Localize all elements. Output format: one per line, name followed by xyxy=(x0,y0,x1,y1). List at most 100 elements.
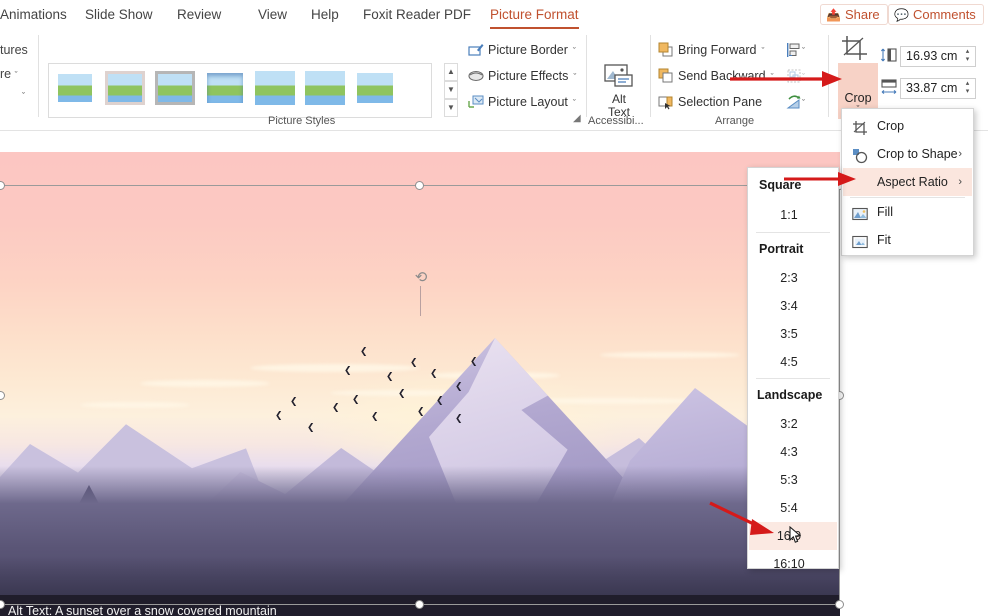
picture-border-icon xyxy=(468,42,484,58)
gallery-scroll-up-button[interactable]: ▲ xyxy=(444,63,458,81)
menu-item-crop[interactable]: Crop xyxy=(843,112,972,140)
bird: ❮ xyxy=(344,366,352,376)
picture-border-button[interactable]: Picture Border ˇ xyxy=(466,39,576,61)
bird: ❮ xyxy=(430,369,438,379)
menu-item-crop-to-shape[interactable]: Crop to Shape › xyxy=(843,140,972,168)
slide-canvas[interactable]: ❮ ❮ ❮ ❮ ❮ ❮ ❮ ❮ ❮ ❮ ❮ ❮ ❮ ❮ ❮ ❮ ❮ ❮ xyxy=(0,131,988,616)
comment-icon: 💬 xyxy=(894,8,909,22)
group-divider xyxy=(650,35,651,117)
selection-handle-top-center[interactable] xyxy=(415,181,424,190)
shape-height-input[interactable]: 16.93 cm ▴ ▾ xyxy=(900,46,976,67)
shape-width-stepper[interactable]: ▴ ▾ xyxy=(963,80,972,97)
bird: ❮ xyxy=(398,389,406,399)
menu-separator xyxy=(756,378,830,379)
tab-slide-show[interactable]: Slide Show xyxy=(85,2,153,27)
bring-forward-button[interactable]: Bring Forward ˇ xyxy=(656,39,765,61)
picture-style-thumb-6[interactable] xyxy=(305,71,345,105)
chevron-down-icon: ˇ xyxy=(761,46,765,56)
bird: ❮ xyxy=(332,403,340,413)
selection-pane-button[interactable]: Selection Pane xyxy=(656,91,762,113)
chevron-down-icon: ˇ xyxy=(572,46,576,56)
cloud xyxy=(600,352,740,358)
crop-icon xyxy=(852,118,868,135)
tab-foxit-reader-pdf[interactable]: Foxit Reader PDF xyxy=(363,2,471,27)
picture-style-thumb-3[interactable] xyxy=(155,71,195,105)
arrow-to-crop-button xyxy=(730,71,842,87)
picture-styles-group-label: Picture Styles xyxy=(268,115,336,127)
aspect-ratio-option-2-3[interactable]: 2:3 xyxy=(749,264,837,292)
rotation-handle-stem xyxy=(420,286,421,316)
rotate-handle-icon[interactable]: ⟲ xyxy=(413,270,429,286)
selection-handle-bottom-center[interactable] xyxy=(415,600,424,609)
menu-item-crop-to-shape-label: Crop to Shape xyxy=(877,147,958,161)
bring-forward-icon xyxy=(658,42,674,58)
bird: ❮ xyxy=(307,423,315,433)
tab-help[interactable]: Help xyxy=(311,2,339,27)
selected-picture[interactable]: ❮ ❮ ❮ ❮ ❮ ❮ ❮ ❮ ❮ ❮ ❮ ❮ ❮ ❮ ❮ ❮ ❮ ❮ xyxy=(0,152,840,616)
ribbon-truncated-more-chevron[interactable]: ˇ xyxy=(22,91,25,101)
shape-height-stepper[interactable]: ▴ ▾ xyxy=(963,48,972,65)
alt-text-button[interactable]: Alt Text xyxy=(597,63,641,119)
aspect-ratio-option-5-3[interactable]: 5:3 xyxy=(749,466,837,494)
picture-styles-dialog-launcher[interactable]: ◢ xyxy=(573,113,581,124)
picture-style-thumb-1[interactable] xyxy=(55,71,95,105)
ribbon-tab-strip: Animations Slide Show Review View Help F… xyxy=(0,0,988,29)
tab-picture-format[interactable]: Picture Format xyxy=(490,2,579,29)
rotate-objects-button[interactable]: ˇ xyxy=(784,91,805,113)
aspect-ratio-option-3-2[interactable]: 3:2 xyxy=(749,410,837,438)
bird: ❮ xyxy=(410,358,418,368)
tab-animations[interactable]: Animations xyxy=(0,2,67,27)
chevron-down-icon: ˇ xyxy=(802,98,805,108)
bird: ❮ xyxy=(290,397,298,407)
tab-view[interactable]: View xyxy=(258,2,287,27)
fill-icon xyxy=(852,204,868,221)
aspect-ratio-option-4-3[interactable]: 4:3 xyxy=(749,438,837,466)
group-divider xyxy=(586,35,587,117)
picture-style-thumb-4[interactable] xyxy=(205,71,245,105)
picture-effects-button[interactable]: Picture Effects ˇ xyxy=(466,65,576,87)
chevron-down-icon: ˇ xyxy=(802,46,805,56)
aspect-ratio-option-3-4[interactable]: 3:4 xyxy=(749,292,837,320)
menu-item-fit-label: Fit xyxy=(877,233,891,247)
aspect-ratio-heading-landscape: Landscape xyxy=(757,388,823,402)
gallery-more-button[interactable]: ▼ xyxy=(444,99,458,117)
menu-item-fill[interactable]: Fill xyxy=(843,198,972,226)
menu-item-crop-label: Crop xyxy=(877,119,905,133)
bird: ❮ xyxy=(371,412,379,422)
menu-item-fit[interactable]: Fit xyxy=(843,226,972,254)
aspect-ratio-option-3-5[interactable]: 3:5 xyxy=(749,320,837,348)
alt-text-icon xyxy=(597,63,641,93)
shape-width-input[interactable]: 33.87 cm ▴ ▾ xyxy=(900,78,976,99)
arrow-to-16-9 xyxy=(709,501,774,535)
tab-review[interactable]: Review xyxy=(177,2,221,27)
bird: ❮ xyxy=(455,414,463,424)
bird: ❮ xyxy=(436,396,444,406)
menu-item-fill-label: Fill xyxy=(877,205,893,219)
aspect-ratio-option-4-5[interactable]: 4:5 xyxy=(749,348,837,376)
aspect-ratio-option-16-10[interactable]: 16:10 xyxy=(749,550,837,578)
crop-to-shape-icon xyxy=(852,146,868,164)
share-button[interactable]: 📤 Share xyxy=(820,4,888,25)
picture-styles-gallery[interactable] xyxy=(48,63,432,118)
picture-layout-icon xyxy=(468,94,484,110)
bird: ❮ xyxy=(275,411,283,421)
align-objects-button[interactable]: ˇ xyxy=(784,39,805,61)
accessibility-group-label: Accessibi... xyxy=(588,115,644,127)
ribbon-truncated-picture-label[interactable]: re ˇ xyxy=(0,67,18,81)
picture-effects-icon xyxy=(468,68,484,84)
comments-button[interactable]: 💬 Comments xyxy=(888,4,984,25)
chevron-down-icon: ˇ xyxy=(572,98,576,108)
align-objects-icon xyxy=(786,42,802,58)
bird: ❮ xyxy=(455,382,463,392)
picture-layout-button[interactable]: Picture Layout ˇ xyxy=(466,91,576,113)
picture-style-thumb-5[interactable] xyxy=(255,71,295,105)
aspect-ratio-option-1-1[interactable]: 1:1 xyxy=(749,201,837,229)
picture-styles-scroll[interactable]: ▲ ▼ ▼ xyxy=(444,63,458,118)
selection-handle-bottom-right[interactable] xyxy=(835,600,844,609)
picture-style-thumb-2[interactable] xyxy=(105,71,145,105)
picture-style-thumb-7-selected[interactable] xyxy=(355,71,395,105)
gallery-scroll-down-button[interactable]: ▼ xyxy=(444,81,458,99)
cloud xyxy=(80,402,190,408)
rotate-objects-icon xyxy=(786,94,802,110)
cloud xyxy=(250,364,420,372)
